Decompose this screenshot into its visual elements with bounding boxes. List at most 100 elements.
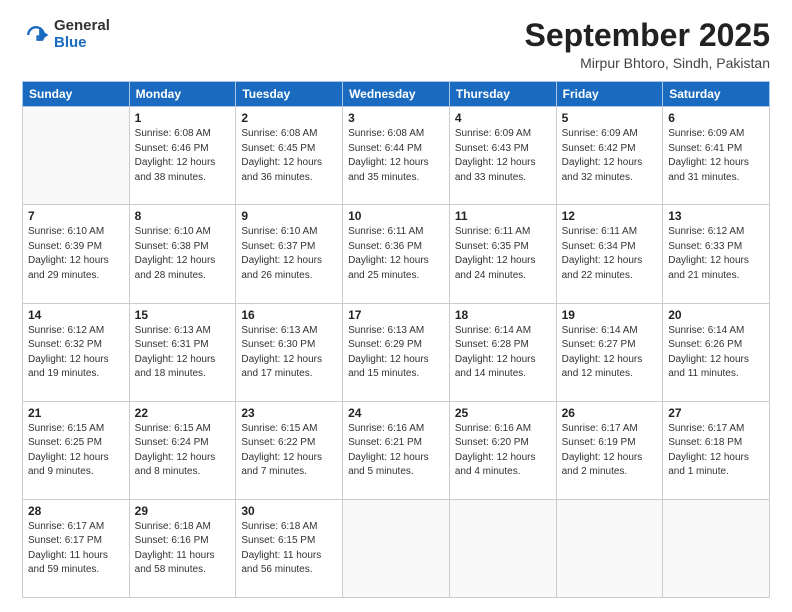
day-number: 4	[455, 111, 551, 125]
title-block: September 2025 Mirpur Bhtoro, Sindh, Pak…	[525, 18, 770, 71]
day-number: 13	[668, 209, 764, 223]
day-number: 23	[241, 406, 337, 420]
day-number: 12	[562, 209, 658, 223]
day-info: Sunrise: 6:14 AM Sunset: 6:26 PM Dayligh…	[668, 324, 764, 382]
day-info: Sunrise: 6:09 AM Sunset: 6:41 PM Dayligh…	[668, 127, 764, 185]
calendar-table: Sunday Monday Tuesday Wednesday Thursday…	[22, 81, 770, 598]
day-number: 18	[455, 308, 551, 322]
day-info: Sunrise: 6:09 AM Sunset: 6:43 PM Dayligh…	[455, 127, 551, 185]
table-row: 8Sunrise: 6:10 AM Sunset: 6:38 PM Daylig…	[129, 205, 236, 303]
table-row: 25Sunrise: 6:16 AM Sunset: 6:20 PM Dayli…	[449, 401, 556, 499]
day-number: 3	[348, 111, 444, 125]
table-row: 23 Sunrise: 6:15 AM Sunset: 6:22 PM Dayli…	[236, 401, 343, 499]
table-row: 29 Sunrise: 6:18 AM Sunset: 6:16 PM Dayli…	[129, 499, 236, 597]
table-row: 21Sunrise: 6:15 AM Sunset: 6:25 PM Dayli…	[23, 401, 130, 499]
day-info: Sunrise: 6:09 AM Sunset: 6:42 PM Dayligh…	[562, 127, 658, 185]
header-tuesday: Tuesday	[236, 82, 343, 107]
header-sunday: Sunday	[23, 82, 130, 107]
table-row: 12Sunrise: 6:11 AM Sunset: 6:34 PM Dayli…	[556, 205, 663, 303]
logo: General Blue	[22, 18, 110, 51]
calendar-week-row: 21Sunrise: 6:15 AM Sunset: 6:25 PM Dayli…	[23, 401, 770, 499]
day-number: 15	[135, 308, 231, 322]
table-row	[343, 499, 450, 597]
day-info: Sunrise: 6:16 AM Sunset: 6:20 PM Dayligh…	[455, 422, 551, 480]
page: General Blue September 2025 Mirpur Bhtor…	[0, 0, 792, 612]
header-monday: Monday	[129, 82, 236, 107]
day-info: Sunrise: 6:14 AM Sunset: 6:28 PM Dayligh…	[455, 324, 551, 382]
table-row: 11 Sunrise: 6:11 AM Sunset: 6:35 PM Dayli…	[449, 205, 556, 303]
day-info: Sunrise: 6:13 AM Sunset: 6:30 PM Dayligh…	[241, 324, 337, 382]
day-info: Sunrise: 6:08 AM Sunset: 6:45 PM Dayligh…	[241, 127, 337, 185]
day-info: Sunrise: 6:18 AM Sunset: 6:15 PM Dayligh…	[241, 520, 337, 578]
day-number: 28	[28, 504, 124, 518]
day-info: Sunrise: 6:11 AM Sunset: 6:35 PM Dayligh…	[455, 225, 551, 283]
logo-blue-text: Blue	[54, 35, 110, 52]
day-number: 17	[348, 308, 444, 322]
table-row: 13Sunrise: 6:12 AM Sunset: 6:33 PM Dayli…	[663, 205, 770, 303]
day-info: Sunrise: 6:13 AM Sunset: 6:31 PM Dayligh…	[135, 324, 231, 382]
logo-general-text: General	[54, 18, 110, 35]
header-saturday: Saturday	[663, 82, 770, 107]
day-number: 6	[668, 111, 764, 125]
day-number: 1	[135, 111, 231, 125]
day-number: 16	[241, 308, 337, 322]
day-info: Sunrise: 6:15 AM Sunset: 6:25 PM Dayligh…	[28, 422, 124, 480]
table-row: 14 Sunrise: 6:12 AM Sunset: 6:32 PM Dayli…	[23, 303, 130, 401]
table-row: 10 Sunrise: 6:11 AM Sunset: 6:36 PM Dayli…	[343, 205, 450, 303]
table-row: 7 Sunrise: 6:10 AM Sunset: 6:39 PM Daylig…	[23, 205, 130, 303]
table-row: 2 Sunrise: 6:08 AM Sunset: 6:45 PM Daylig…	[236, 107, 343, 205]
table-row: 5Sunrise: 6:09 AM Sunset: 6:42 PM Daylig…	[556, 107, 663, 205]
calendar-week-row: 28 Sunrise: 6:17 AM Sunset: 6:17 PM Dayli…	[23, 499, 770, 597]
day-info: Sunrise: 6:17 AM Sunset: 6:17 PM Dayligh…	[28, 520, 124, 578]
table-row: 19Sunrise: 6:14 AM Sunset: 6:27 PM Dayli…	[556, 303, 663, 401]
day-info: Sunrise: 6:18 AM Sunset: 6:16 PM Dayligh…	[135, 520, 231, 578]
table-row: 30 Sunrise: 6:18 AM Sunset: 6:15 PM Dayli…	[236, 499, 343, 597]
table-row: 15 Sunrise: 6:13 AM Sunset: 6:31 PM Dayli…	[129, 303, 236, 401]
table-row: 28 Sunrise: 6:17 AM Sunset: 6:17 PM Dayli…	[23, 499, 130, 597]
day-info: Sunrise: 6:10 AM Sunset: 6:39 PM Dayligh…	[28, 225, 124, 283]
day-number: 2	[241, 111, 337, 125]
day-info: Sunrise: 6:13 AM Sunset: 6:29 PM Dayligh…	[348, 324, 444, 382]
day-number: 30	[241, 504, 337, 518]
table-row	[556, 499, 663, 597]
day-number: 20	[668, 308, 764, 322]
calendar-week-row: 7 Sunrise: 6:10 AM Sunset: 6:39 PM Daylig…	[23, 205, 770, 303]
table-row: 1 Sunrise: 6:08 AM Sunset: 6:46 PM Daylig…	[129, 107, 236, 205]
day-number: 14	[28, 308, 124, 322]
table-row: 26 Sunrise: 6:17 AM Sunset: 6:19 PM Dayli…	[556, 401, 663, 499]
day-number: 22	[135, 406, 231, 420]
day-number: 7	[28, 209, 124, 223]
day-info: Sunrise: 6:15 AM Sunset: 6:22 PM Dayligh…	[241, 422, 337, 480]
header-wednesday: Wednesday	[343, 82, 450, 107]
logo-icon	[22, 21, 50, 49]
table-row: 17 Sunrise: 6:13 AM Sunset: 6:29 PM Dayli…	[343, 303, 450, 401]
table-row	[663, 499, 770, 597]
day-number: 27	[668, 406, 764, 420]
table-row: 3Sunrise: 6:08 AM Sunset: 6:44 PM Daylig…	[343, 107, 450, 205]
day-info: Sunrise: 6:11 AM Sunset: 6:36 PM Dayligh…	[348, 225, 444, 283]
table-row: 4 Sunrise: 6:09 AM Sunset: 6:43 PM Daylig…	[449, 107, 556, 205]
day-number: 11	[455, 209, 551, 223]
calendar-title: September 2025	[525, 18, 770, 53]
table-row: 18 Sunrise: 6:14 AM Sunset: 6:28 PM Dayli…	[449, 303, 556, 401]
day-info: Sunrise: 6:08 AM Sunset: 6:46 PM Dayligh…	[135, 127, 231, 185]
table-row	[23, 107, 130, 205]
day-info: Sunrise: 6:12 AM Sunset: 6:32 PM Dayligh…	[28, 324, 124, 382]
day-info: Sunrise: 6:16 AM Sunset: 6:21 PM Dayligh…	[348, 422, 444, 480]
table-row	[449, 499, 556, 597]
table-row: 9Sunrise: 6:10 AM Sunset: 6:37 PM Daylig…	[236, 205, 343, 303]
day-info: Sunrise: 6:17 AM Sunset: 6:19 PM Dayligh…	[562, 422, 658, 480]
header-thursday: Thursday	[449, 82, 556, 107]
table-row: 16 Sunrise: 6:13 AM Sunset: 6:30 PM Dayli…	[236, 303, 343, 401]
day-number: 26	[562, 406, 658, 420]
header-friday: Friday	[556, 82, 663, 107]
table-row: 6 Sunrise: 6:09 AM Sunset: 6:41 PM Daylig…	[663, 107, 770, 205]
calendar-subtitle: Mirpur Bhtoro, Sindh, Pakistan	[525, 55, 770, 71]
calendar-week-row: 1 Sunrise: 6:08 AM Sunset: 6:46 PM Daylig…	[23, 107, 770, 205]
day-number: 29	[135, 504, 231, 518]
day-number: 19	[562, 308, 658, 322]
day-info: Sunrise: 6:17 AM Sunset: 6:18 PM Dayligh…	[668, 422, 764, 480]
header: General Blue September 2025 Mirpur Bhtor…	[22, 18, 770, 71]
table-row: 22Sunrise: 6:15 AM Sunset: 6:24 PM Dayli…	[129, 401, 236, 499]
day-number: 10	[348, 209, 444, 223]
